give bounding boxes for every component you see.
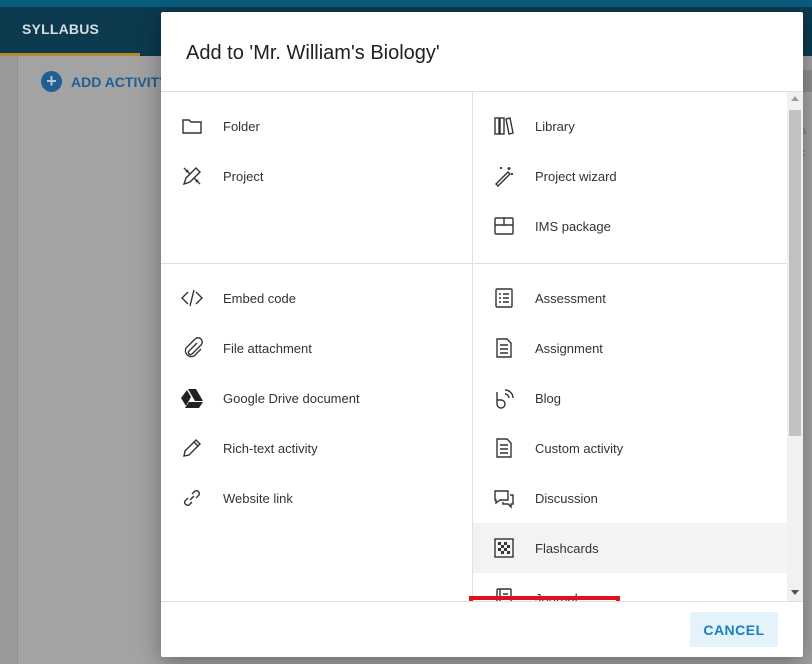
item-custom-activity[interactable]: Custom activity [473, 423, 787, 473]
item-ims-package[interactable]: IMS package [473, 201, 787, 251]
item-embed-code[interactable]: Embed code [161, 273, 472, 323]
item-label: Library [535, 118, 575, 134]
item-blog[interactable]: Blog [473, 373, 787, 423]
add-activity-button[interactable]: + ADD ACTIVITY [41, 71, 168, 92]
item-label: Blog [535, 390, 562, 406]
scroll-up-arrow-icon[interactable] [791, 96, 799, 101]
tab-syllabus[interactable]: SYLLABUS [22, 21, 99, 37]
library-icon [473, 114, 535, 138]
document-icon [473, 336, 535, 360]
journal-icon [473, 586, 535, 601]
dialog-title: Add to 'Mr. William's Biology' [186, 42, 440, 64]
item-label: Google Drive document [223, 390, 360, 406]
google-drive-icon [161, 386, 223, 410]
item-label: Discussion [535, 490, 598, 506]
item-flashcards[interactable]: Flashcards [473, 523, 787, 573]
item-label: Assessment [535, 290, 606, 306]
link-icon [161, 486, 223, 510]
item-assessment[interactable]: Assessment [473, 273, 787, 323]
scrollbar-thumb[interactable] [789, 110, 801, 436]
item-project[interactable]: Project [161, 151, 472, 201]
activity-grid: Folder Project Library Project wizard IM… [161, 92, 787, 601]
item-label: File attachment [223, 340, 312, 356]
item-discussion[interactable]: Discussion [473, 473, 787, 523]
item-label: IMS package [535, 218, 611, 234]
add-dialog: Add to 'Mr. William's Biology' Folder Pr… [161, 12, 803, 657]
left-column [0, 56, 18, 664]
plus-icon: + [41, 71, 62, 92]
code-icon [161, 286, 223, 310]
item-label: Custom activity [535, 440, 624, 456]
chat-bubbles-icon [473, 486, 535, 510]
item-label: Project wizard [535, 168, 617, 184]
item-label: Project [223, 168, 264, 184]
background-edge-control [802, 70, 812, 92]
divider [161, 601, 803, 602]
tab-underline [0, 53, 140, 56]
cancel-button[interactable]: CANCEL [690, 612, 778, 647]
blog-icon [473, 386, 535, 410]
checklist-icon [473, 286, 535, 310]
item-label: Rich-text activity [223, 440, 318, 456]
item-label: Website link [223, 490, 293, 506]
scrollbar[interactable] [787, 92, 803, 601]
item-library[interactable]: Library [473, 101, 787, 151]
pencil-ruler-icon [161, 164, 223, 188]
item-file-attachment[interactable]: File attachment [161, 323, 472, 373]
item-google-drive[interactable]: Google Drive document [161, 373, 472, 423]
item-journal[interactable]: Journal [473, 573, 787, 601]
magic-wand-icon [473, 164, 535, 188]
item-folder[interactable]: Folder [161, 101, 472, 151]
item-rich-text[interactable]: Rich-text activity [161, 423, 472, 473]
scroll-down-arrow-icon[interactable] [791, 590, 799, 595]
package-icon [473, 214, 535, 238]
document-icon [473, 436, 535, 460]
item-assignment[interactable]: Assignment [473, 323, 787, 373]
item-label: Folder [223, 118, 260, 134]
paperclip-icon [161, 336, 223, 360]
item-project-wizard[interactable]: Project wizard [473, 151, 787, 201]
pencil-icon [161, 436, 223, 460]
item-label: Assignment [535, 340, 603, 356]
add-activity-label: ADD ACTIVITY [71, 73, 169, 90]
item-label: Flashcards [535, 540, 599, 556]
folder-icon [161, 114, 223, 138]
item-label: Journal [535, 590, 578, 602]
flashcards-icon [473, 536, 535, 560]
item-label: Embed code [223, 290, 296, 306]
top-strip [0, 0, 812, 7]
row-divider [161, 263, 787, 264]
item-website-link[interactable]: Website link [161, 473, 472, 523]
